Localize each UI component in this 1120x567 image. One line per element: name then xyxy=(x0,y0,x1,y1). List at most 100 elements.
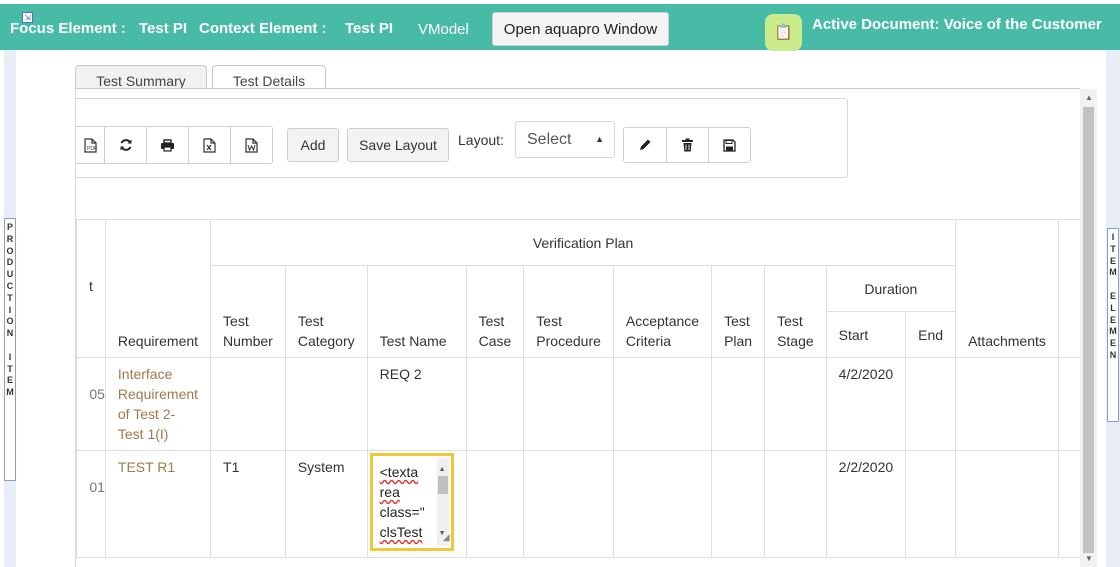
col-header-end[interactable]: End xyxy=(905,311,957,358)
resize-grip-icon[interactable]: ◢ xyxy=(443,527,450,547)
edge-cell xyxy=(1057,357,1080,451)
test-name-textarea[interactable]: <texta rea class=" clsTest ▲ ▼ ◢ xyxy=(369,453,454,551)
edit-pencil-icon[interactable] xyxy=(624,128,666,162)
acceptance-criteria-cell[interactable] xyxy=(612,450,713,558)
test-name-cell: <texta rea class=" clsTest ▲ ▼ ◢ xyxy=(366,450,467,558)
col-header-test-stage[interactable]: Test Stage xyxy=(764,265,827,358)
side-label-letter: D xyxy=(6,257,14,268)
save-disk-icon[interactable] xyxy=(708,128,750,162)
side-label-letter: I xyxy=(1111,232,1115,242)
excel-export-icon[interactable] xyxy=(188,127,230,163)
panel-scrollbar[interactable]: ▲ ▼ xyxy=(1080,89,1097,567)
side-label-letter: E xyxy=(1109,255,1116,266)
scroll-up-icon[interactable]: ▲ xyxy=(1085,93,1093,102)
tab-test-summary[interactable]: Test Summary xyxy=(75,65,207,89)
side-label-letter: T xyxy=(7,292,13,303)
side-label-letter xyxy=(5,340,15,352)
col-header-test-number[interactable]: Test Number xyxy=(210,265,286,358)
test-plan-cell[interactable] xyxy=(711,450,766,558)
test-name-cell[interactable]: REQ 2 xyxy=(366,357,467,451)
layout-select[interactable]: Select ▲ xyxy=(515,121,615,158)
test-details-grid: t Requirement Verification Plan Test Num… xyxy=(76,219,1080,558)
test-procedure-cell[interactable] xyxy=(523,450,614,558)
start-cell[interactable]: 2/2/2020 xyxy=(825,450,907,558)
side-label-letter: N xyxy=(6,328,14,339)
col-header-test-name[interactable]: Test Name xyxy=(366,265,467,358)
test-case-cell[interactable] xyxy=(465,450,525,558)
test-category-cell[interactable] xyxy=(284,357,368,451)
save-layout-button[interactable]: Save Layout xyxy=(347,128,449,162)
svg-text:PDF: PDF xyxy=(87,146,97,152)
side-label-letter: E xyxy=(1109,290,1116,301)
side-label-letter: M xyxy=(1109,326,1117,337)
side-label-letter: U xyxy=(6,269,14,280)
toolbar: PDF Add Save Layout Layout: Select ▲ xyxy=(76,98,848,178)
table-row[interactable]: 05 Interface Requirement of Test 2-Test … xyxy=(76,357,1080,451)
test-procedure-cell[interactable] xyxy=(523,357,614,451)
textarea-line: class=" xyxy=(379,504,425,520)
panel-scroll-thumb[interactable] xyxy=(1083,107,1094,553)
textarea-line: clsTest xyxy=(379,524,423,540)
test-plan-cell[interactable] xyxy=(711,357,766,451)
side-label-letter: M xyxy=(1109,267,1117,278)
side-label-letter: E xyxy=(1109,314,1116,325)
side-label-letter xyxy=(1108,279,1118,291)
layout-label: Layout: xyxy=(458,132,504,148)
side-label-letter: E xyxy=(1109,338,1116,349)
pdf-export-icon[interactable]: PDF xyxy=(76,127,104,163)
test-stage-cell[interactable] xyxy=(764,450,827,558)
side-label-letter: N xyxy=(1109,349,1117,360)
print-icon[interactable] xyxy=(146,127,188,163)
export-tool-group: PDF xyxy=(76,126,273,164)
start-cell[interactable]: 4/2/2020 xyxy=(825,357,907,451)
col-header-start[interactable]: Start xyxy=(825,311,907,358)
col-header-edge xyxy=(1057,219,1080,358)
textarea-line: <texta xyxy=(379,464,419,480)
col-header-test-plan[interactable]: Test Plan xyxy=(711,265,766,358)
duration-header: Duration xyxy=(825,265,957,312)
test-number-cell[interactable] xyxy=(210,357,286,451)
delete-trash-icon[interactable] xyxy=(666,128,708,162)
add-button[interactable]: Add xyxy=(287,128,339,162)
acceptance-criteria-cell[interactable] xyxy=(612,357,713,451)
attachments-cell[interactable] xyxy=(955,450,1059,558)
tab-test-details[interactable]: Test Details xyxy=(212,65,326,89)
scroll-down-icon[interactable]: ▼ xyxy=(1085,554,1093,563)
refresh-icon[interactable] xyxy=(104,127,146,163)
focus-element-value[interactable]: Test PI xyxy=(139,20,187,37)
open-aquapro-button[interactable]: Open aquapro Window xyxy=(492,12,669,46)
end-cell[interactable] xyxy=(905,357,957,451)
attachments-cell[interactable] xyxy=(955,357,1059,451)
vmodel-link[interactable]: VModel xyxy=(418,21,469,38)
requirement-cell[interactable]: Interface Requirement of Test 2-Test 1(I… xyxy=(104,357,212,451)
word-export-icon[interactable] xyxy=(230,127,272,163)
col-header-cut: t xyxy=(76,219,106,358)
side-label-letter: C xyxy=(6,280,14,291)
textarea-line: rea xyxy=(379,484,400,500)
col-header-acceptance-criteria[interactable]: Acceptance Criteria xyxy=(612,265,713,358)
side-label-letter: O xyxy=(6,245,14,256)
table-row[interactable]: 01 TEST R1 T1 System <texta rea class=" … xyxy=(76,450,1080,558)
test-case-cell[interactable] xyxy=(465,357,525,451)
col-header-attachments[interactable]: Attachments xyxy=(955,311,1059,358)
side-label-letter: R xyxy=(6,233,14,244)
col-header-test-procedure[interactable]: Test Procedure xyxy=(523,265,614,358)
side-label-letter: E xyxy=(6,375,13,386)
side-label-letter: M xyxy=(6,387,14,398)
test-stage-cell[interactable] xyxy=(764,357,827,451)
test-number-cell[interactable]: T1 xyxy=(210,450,286,558)
textarea-scroll-thumb[interactable] xyxy=(437,476,448,494)
row-id-cell: 01 xyxy=(76,450,106,558)
col-header-requirement[interactable]: Requirement xyxy=(104,219,212,358)
context-element-value[interactable]: Test PI xyxy=(345,20,393,37)
production-item-tab[interactable]: PRODUCTION ITEM xyxy=(4,218,16,481)
select-arrows-icon: ▲ xyxy=(595,134,604,144)
test-category-cell[interactable]: System xyxy=(284,450,368,558)
side-label-letter: T xyxy=(7,363,13,374)
col-header-test-case[interactable]: Test Case xyxy=(465,265,525,358)
item-element-tab[interactable]: ITEM ELEMEN xyxy=(1107,228,1119,422)
requirement-cell[interactable]: TEST R1 xyxy=(104,450,212,558)
col-header-test-category[interactable]: Test Category xyxy=(284,265,368,358)
end-cell[interactable] xyxy=(905,450,957,558)
clipboard-icon[interactable]: 📋 xyxy=(765,14,802,51)
